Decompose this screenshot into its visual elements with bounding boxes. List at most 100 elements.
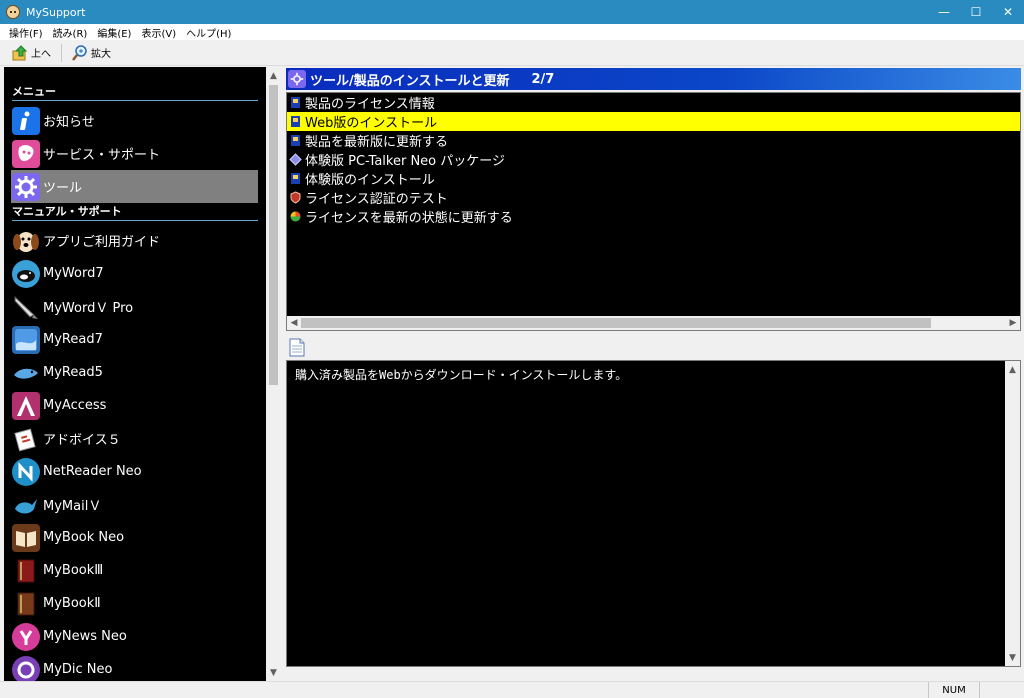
close-button[interactable]: ✕ (992, 0, 1024, 24)
installer-icon (289, 134, 302, 147)
description-text: 購入済み製品をWebからダウンロード・インストールします。 (295, 368, 628, 382)
sidebar-item-label: MyBookⅡ (43, 596, 101, 611)
sidebar-item-myread7[interactable]: MyRead7 (4, 323, 258, 356)
mynews-neo-icon (12, 622, 40, 651)
refresh-icon (289, 210, 302, 223)
sidebar-item-label: MyRead5 (43, 365, 103, 380)
sidebar-item-label: MyDic Neo (43, 662, 113, 677)
header-item-count: 2/7 (531, 71, 555, 87)
sidebar-item-label: お知らせ (43, 115, 95, 130)
list-item-label: Web版のインストール (305, 116, 438, 131)
sidebar-item-label: アドボイス５ (43, 433, 121, 448)
menu-operation[interactable]: 操作(F) (4, 25, 48, 40)
sidebar-item-netreader-neo[interactable]: NetReader Neo (4, 455, 258, 488)
myread5-icon (12, 359, 40, 387)
installer-icon (289, 172, 302, 185)
sidebar-item-label: MyBook Neo (43, 530, 125, 545)
zoom-button[interactable]: 拡大 (66, 42, 117, 64)
sidebar-item-mywordv-pro[interactable]: MyWordＶ Pro (4, 290, 258, 323)
menu-bar: 操作(F) 読み(R) 編集(E) 表示(V) ヘルプ(H) (0, 24, 1024, 40)
list-scroll-thumb[interactable] (301, 318, 931, 328)
section-title-manual-support: マニュアル・サポート (12, 205, 122, 218)
list-item-label: 製品のライセンス情報 (305, 97, 435, 112)
sidebar-item-myaccess[interactable]: MyAccess (4, 389, 258, 422)
sidebar-item-label: MyBookⅢ (43, 563, 104, 578)
scroll-up-arrow-icon[interactable]: ▲ (1005, 361, 1020, 378)
sidebar-item-tools[interactable]: ツール (11, 170, 258, 203)
mybook2-icon (12, 590, 40, 618)
sidebar-item-mybook3[interactable]: MyBookⅢ (4, 554, 258, 587)
list-item-update-latest[interactable]: 製品を最新版に更新する (287, 131, 1020, 150)
sidebar-item-mydic-neo[interactable]: MyDic Neo (4, 653, 258, 681)
list-item-label: ライセンス認証のテスト (305, 192, 448, 207)
list-item-label: 体験版 PC-Talker Neo パッケージ (305, 154, 506, 169)
maximize-button[interactable]: ☐ (960, 0, 992, 24)
gear-icon (288, 70, 306, 88)
scroll-down-arrow-icon[interactable]: ▼ (1005, 649, 1020, 666)
up-button[interactable]: 上へ (6, 42, 57, 64)
sidebar-item-mybook2[interactable]: MyBookⅡ (4, 587, 258, 620)
up-label: 上へ (31, 49, 51, 60)
toolbar: 上へ 拡大 (0, 40, 1024, 66)
menu-read[interactable]: 読み(R) (48, 25, 93, 40)
sidebar-scroll-thumb[interactable] (269, 85, 278, 385)
app-beagle-icon (6, 5, 20, 19)
mywordv-pro-icon (12, 293, 40, 321)
sidebar-scrollbar[interactable]: ▲ ▼ (266, 67, 281, 681)
list-item-trial-install[interactable]: 体験版のインストール (287, 169, 1020, 188)
toolbar-separator (61, 43, 62, 62)
installer-icon (289, 96, 302, 109)
num-lock-indicator: NUM (928, 682, 980, 698)
sidebar-item-label: MyWordＶ Pro (43, 301, 134, 316)
sidebar-item-label: MyAccess (43, 398, 107, 413)
description-toolbar (286, 335, 1021, 359)
description-pane: 購入済み製品をWebからダウンロード・インストールします。 (286, 360, 1021, 667)
sidebar-item-app-guide[interactable]: アプリご利用ガイド (4, 224, 258, 257)
list-item-label: 製品を最新版に更新する (305, 135, 449, 150)
section-divider (12, 100, 258, 101)
mydic-neo-icon (12, 655, 40, 681)
sidebar-item-label: MyWord7 (43, 266, 104, 281)
sidebar-item-mynews-neo[interactable]: MyNews Neo (4, 620, 258, 653)
sidebar-item-label: ツール (43, 181, 83, 196)
minimize-button[interactable]: — (928, 0, 960, 24)
description-scrollbar[interactable]: ▲ ▼ (1005, 361, 1020, 666)
section-title-menu: メニュー (12, 85, 56, 98)
sidebar-item-news[interactable]: お知らせ (4, 104, 258, 137)
category-header: ツール/製品のインストールと更新 2/7 (286, 68, 1021, 90)
list-item-trial-package[interactable]: 体験版 PC-Talker Neo パッケージ (287, 150, 1020, 169)
scroll-up-arrow-icon[interactable]: ▲ (266, 67, 281, 84)
scroll-down-arrow-icon[interactable]: ▼ (266, 664, 281, 681)
list-item-license-info[interactable]: 製品のライセンス情報 (287, 93, 1020, 112)
magnifier-icon (72, 44, 88, 61)
list-item-web-install[interactable]: Web版のインストール (287, 112, 1020, 131)
header-title: ツール/製品のインストールと更新 (310, 73, 510, 89)
sidebar-item-mybook-neo[interactable]: MyBook Neo (4, 521, 258, 554)
sidebar-item-label: MyMailＶ (43, 499, 102, 514)
document-icon[interactable] (289, 338, 305, 357)
sidebar-item-label: アプリご利用ガイド (43, 235, 161, 250)
scroll-right-arrow-icon[interactable]: ▶ (1006, 316, 1020, 330)
installer-icon (289, 115, 302, 128)
sidebar-item-mymail-v[interactable]: MyMailＶ (4, 488, 258, 521)
list-item-label: 体験版のインストール (305, 173, 435, 188)
sidebar-item-myword7[interactable]: MyWord7 (4, 257, 258, 290)
section-divider (12, 220, 258, 221)
mymail-v-icon (12, 491, 40, 519)
advoice5-icon (12, 425, 40, 453)
myread7-icon (12, 325, 40, 354)
sidebar-item-service-support[interactable]: サービス・サポート (4, 137, 258, 170)
myaccess-icon (12, 391, 40, 420)
sidebar-item-advoice5[interactable]: アドボイス５ (4, 422, 258, 455)
menu-view[interactable]: 表示(V) (136, 25, 181, 40)
list-item-license-refresh[interactable]: ライセンスを最新の状態に更新する (287, 207, 1020, 226)
mybook-neo-icon (12, 523, 40, 552)
list-item-license-auth-test[interactable]: ライセンス認証のテスト (287, 188, 1020, 207)
menu-help[interactable]: ヘルプ(H) (181, 25, 236, 40)
list-horizontal-scrollbar[interactable]: ◀ ▶ (286, 316, 1021, 331)
scroll-left-arrow-icon[interactable]: ◀ (287, 316, 301, 330)
window-title: MySupport (26, 5, 86, 19)
info-icon (12, 106, 40, 135)
sidebar-item-myread5[interactable]: MyRead5 (4, 356, 258, 389)
menu-edit[interactable]: 編集(E) (92, 25, 136, 40)
